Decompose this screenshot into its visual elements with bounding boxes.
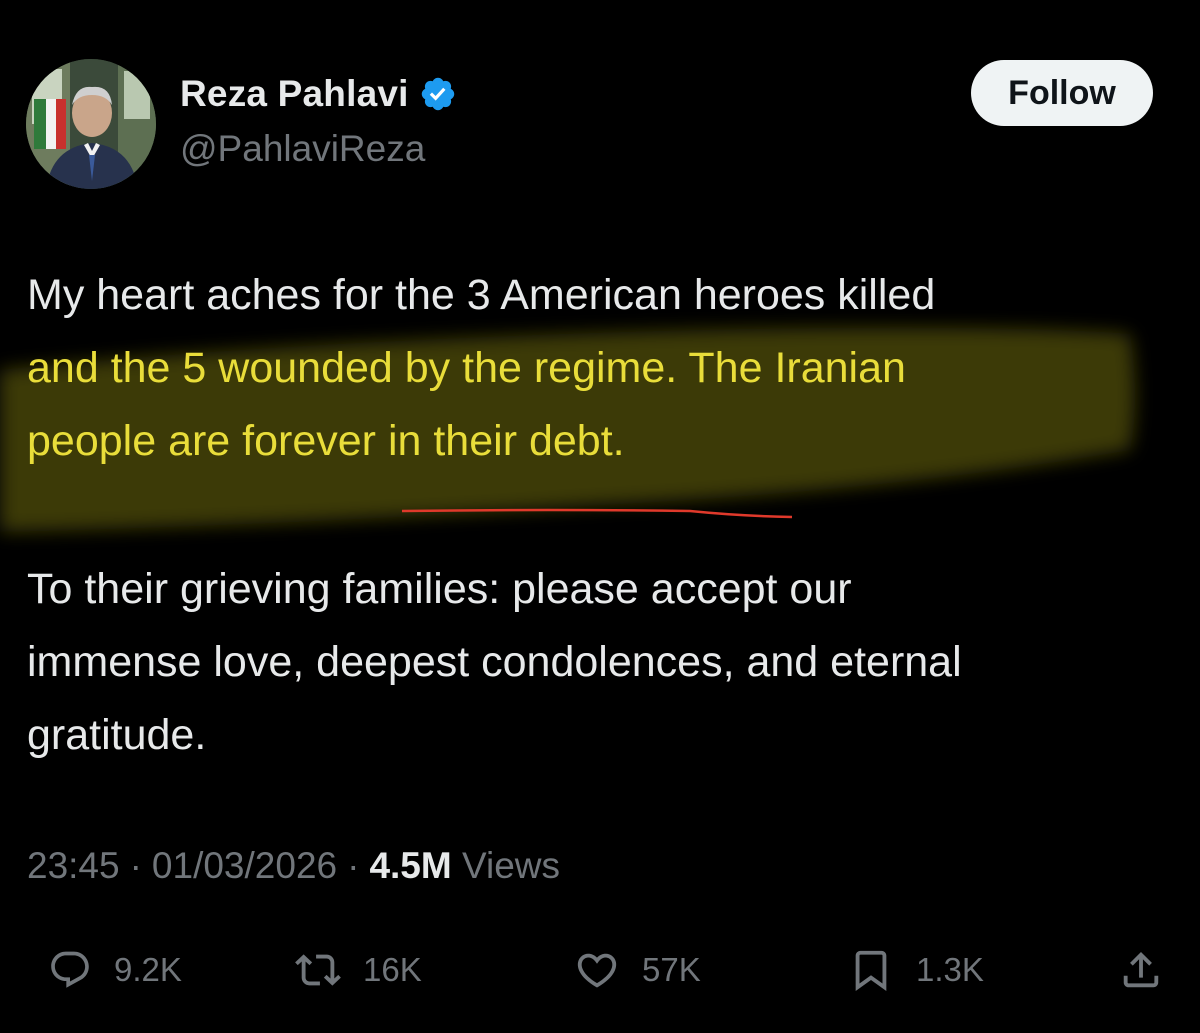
repost-count: 16K: [363, 951, 422, 988]
avatar[interactable]: [26, 59, 156, 189]
red-underline: [401, 508, 793, 519]
tweet-text-line: gratitude.: [27, 711, 207, 759]
avatar-image: [26, 59, 156, 189]
tweet-date[interactable]: 01/03/2026: [152, 845, 337, 887]
action-bar: 9.2K 16K 57K 1.3K: [0, 930, 1200, 1010]
tweet-paragraph-2: To their grieving families: please accep…: [27, 553, 1177, 772]
tweet-time[interactable]: 23:45: [27, 845, 120, 887]
heart-icon: [577, 953, 617, 988]
tweet-text-line-highlighted: and the 5 wounded by the regime. The Ira…: [27, 344, 906, 392]
views[interactable]: 4.5M Views: [369, 845, 560, 887]
tweet-text-line: To their grieving families: please accep…: [27, 565, 852, 613]
follow-button[interactable]: Follow: [971, 60, 1153, 126]
bookmark-count: 1.3K: [916, 951, 984, 988]
like-button[interactable]: 57K: [574, 930, 701, 1010]
author-name-row[interactable]: Reza Pahlavi: [180, 72, 457, 116]
views-count: 4.5M: [369, 845, 452, 886]
repost-button[interactable]: 16K: [295, 930, 422, 1010]
tweet-paragraph-1: My heart aches for the 3 American heroes…: [27, 259, 1177, 478]
tweet-text-line: immense love, deepest condolences, and e…: [27, 638, 962, 686]
tweet: Reza Pahlavi @PahlaviReza Follow My hear…: [0, 0, 1200, 1033]
author-display-name[interactable]: Reza Pahlavi: [180, 73, 409, 115]
meta-separator: ·: [129, 845, 142, 886]
views-label: Views: [461, 845, 561, 886]
reply-count: 9.2K: [114, 951, 182, 988]
author-handle[interactable]: @PahlaviReza: [180, 128, 425, 170]
tweet-meta: 23:45 · 01/03/2026 · 4.5M Views: [27, 845, 560, 887]
meta-separator: ·: [347, 845, 360, 886]
share-button[interactable]: [1118, 930, 1164, 1010]
reply-icon: [51, 951, 89, 988]
reply-button[interactable]: 9.2K: [48, 930, 182, 1010]
share-icon: [1123, 951, 1159, 988]
bookmark-button[interactable]: 1.3K: [848, 930, 984, 1010]
verified-badge-icon: [421, 77, 454, 111]
tweet-text-line-highlighted: people are forever in their debt.: [27, 417, 625, 465]
repost-icon: [295, 954, 341, 986]
tweet-text-line: My heart aches for the 3 American heroes…: [27, 271, 936, 319]
bookmark-icon: [855, 950, 887, 991]
like-count: 57K: [642, 951, 701, 988]
